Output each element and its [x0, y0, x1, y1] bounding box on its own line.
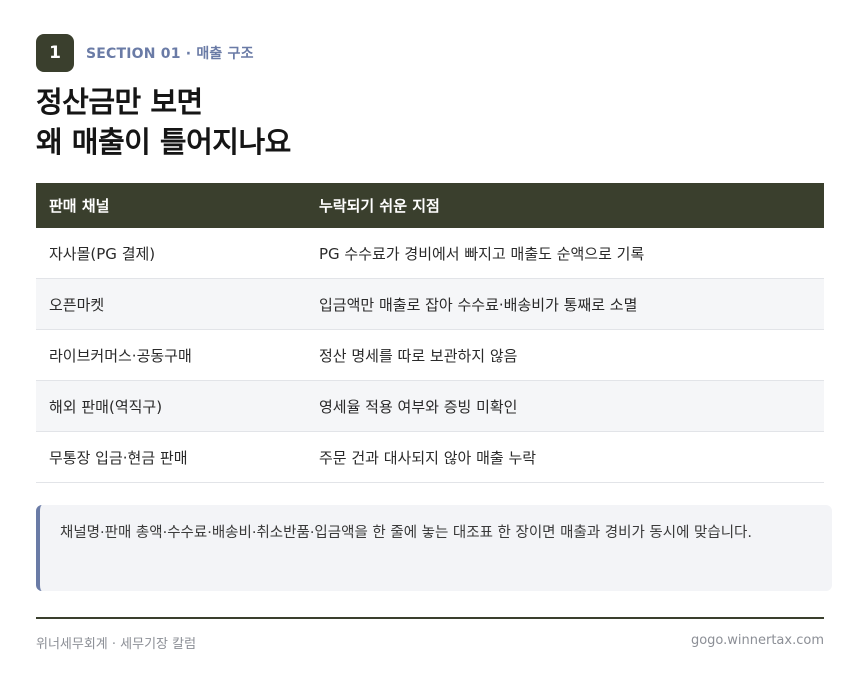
- page-title: 정산금만 보면 왜 매출이 틀어지나요: [36, 82, 291, 162]
- table-row: 오픈마켓 입금액만 매출로 잡아 수수료·배송비가 통째로 소멸: [36, 278, 824, 330]
- cell-missing-point: 영세율 적용 여부와 증빙 미확인: [306, 380, 824, 432]
- column-header-missing-point: 누락되기 쉬운 지점: [306, 183, 824, 228]
- cell-channel: 자사몰(PG 결제): [36, 228, 306, 279]
- cell-channel: 해외 판매(역직구): [36, 380, 306, 432]
- cell-missing-point: 주문 건과 대사되지 않아 매출 누락: [306, 431, 824, 483]
- section-number-badge: 1: [36, 34, 74, 72]
- channel-table: 판매 채널 누락되기 쉬운 지점 자사몰(PG 결제) PG 수수료가 경비에서…: [36, 183, 824, 483]
- callout-note: 채널명·판매 총액·수수료·배송비·취소반품·입금액을 한 줄에 놓는 대조표 …: [36, 505, 832, 591]
- cell-missing-point: PG 수수료가 경비에서 빠지고 매출도 순액으로 기록: [306, 228, 824, 279]
- cell-missing-point: 입금액만 매출로 잡아 수수료·배송비가 통째로 소멸: [306, 278, 824, 330]
- table-row: 해외 판매(역직구) 영세율 적용 여부와 증빙 미확인: [36, 380, 824, 432]
- cell-channel: 무통장 입금·현금 판매: [36, 431, 306, 483]
- section-header: 1 SECTION 01 · 매출 구조: [36, 34, 254, 72]
- cell-channel: 오픈마켓: [36, 278, 306, 330]
- footer-url: gogo.winnertax.com: [690, 633, 824, 648]
- page-title-line-1: 정산금만 보면: [36, 85, 203, 119]
- table-header-row: 판매 채널 누락되기 쉬운 지점: [36, 183, 824, 228]
- table-row: 자사몰(PG 결제) PG 수수료가 경비에서 빠지고 매출도 순액으로 기록: [36, 228, 824, 279]
- table-row: 무통장 입금·현금 판매 주문 건과 대사되지 않아 매출 누락: [36, 431, 824, 483]
- page: 1 SECTION 01 · 매출 구조 정산금만 보면 왜 매출이 틀어지나요…: [0, 0, 860, 686]
- footer-source: 위너세무회계 · 세무기장 칼럼: [36, 637, 197, 652]
- footer-divider: [36, 617, 824, 619]
- cell-channel: 라이브커머스·공동구매: [36, 329, 306, 381]
- table-row: 라이브커머스·공동구매 정산 명세를 따로 보관하지 않음: [36, 329, 824, 381]
- page-title-line-2: 왜 매출이 틀어지나요: [36, 125, 291, 159]
- column-header-channel: 판매 채널: [36, 183, 306, 228]
- cell-missing-point: 정산 명세를 따로 보관하지 않음: [306, 329, 824, 381]
- section-label: SECTION 01 · 매출 구조: [86, 46, 254, 62]
